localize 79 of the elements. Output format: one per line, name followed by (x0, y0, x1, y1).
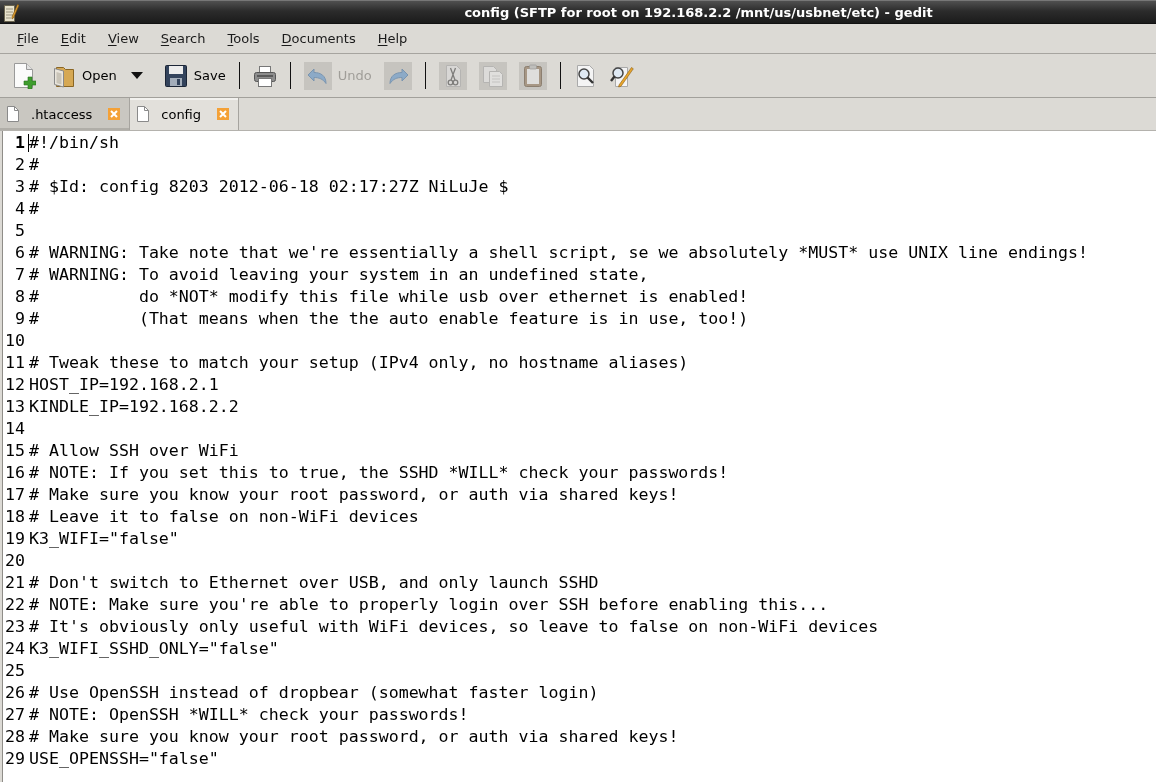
window-title: config (SFTP for root on 192.168.2.2 /mnt/us/usbnet/etc) - gedit (463, 4, 934, 20)
line-number: 16 (4, 462, 25, 484)
code-line: # Leave it to false on non-WiFi devices (29, 506, 419, 528)
line-number: 2 (14, 154, 25, 176)
tab[interactable]: .htaccess (0, 98, 131, 130)
line-number: 13 (4, 396, 25, 418)
scissors-icon (438, 61, 467, 90)
menu-item[interactable]: Search (149, 24, 217, 53)
line-number: 7 (14, 264, 25, 286)
code-line: # Use OpenSSH instead of dropbear (somewhat faster login) (29, 682, 599, 704)
code-line: # WARNING: To avoid leaving your system in an undefined state, (29, 264, 649, 286)
code-line: # NOTE: Make sure you're able to properly login over SSH before enabling this... (29, 594, 829, 616)
printer-icon (252, 63, 277, 88)
line-number: 24 (4, 638, 25, 660)
save-button[interactable]: Save (157, 57, 232, 94)
code-line: # NOTE: OpenSSH *WILL* check your passwords! (29, 704, 469, 726)
close-icon[interactable] (217, 108, 230, 120)
line-number: 1 (14, 132, 25, 154)
line-number: 20 (4, 550, 25, 572)
line-number: 15 (4, 440, 25, 462)
menu-item[interactable]: Documents (270, 24, 367, 53)
code-line: # (That means when the the auto enable feature is in use, too!) (29, 308, 749, 330)
line-number: 19 (4, 528, 25, 550)
menu-item[interactable]: Tools (216, 24, 271, 53)
line-number: 22 (4, 594, 25, 616)
menu-item[interactable]: Help (366, 24, 419, 53)
line-number: 25 (4, 660, 25, 682)
code-line: # do *NOT* modify this file while usb over ethernet is enabled! (29, 286, 749, 308)
redo-icon (383, 61, 412, 90)
code-line: # Make sure you know your root password, or auth via shared keys! (29, 726, 679, 748)
line-number: 5 (14, 220, 25, 242)
open-button[interactable]: Open (46, 57, 123, 94)
close-icon[interactable] (108, 108, 121, 120)
code-line: # Allow SSH over WiFi (29, 440, 239, 462)
notepad-icon (3, 2, 19, 22)
line-number: 11 (4, 352, 25, 374)
line-number: 3 (14, 176, 25, 198)
code-line: K3_WIFI="false" (29, 528, 179, 550)
line-number: 14 (4, 418, 25, 440)
document-icon (137, 106, 150, 122)
menu-item[interactable]: File (6, 24, 50, 53)
code-line: # It's obviously only useful with WiFi devices, so leave to false on non-WiFi devices (29, 616, 879, 638)
code-line: #!/bin/sh (29, 132, 119, 154)
line-number: 8 (14, 286, 25, 308)
code-line: # (29, 154, 39, 176)
code-line: # (29, 198, 39, 220)
undo-icon (303, 61, 332, 90)
code-line: USE_OPENSSH="false" (29, 748, 219, 770)
code-line: # Don't switch to Ethernet over USB, and only launch SSHD (29, 572, 599, 594)
line-number: 10 (4, 330, 25, 352)
line-number: 6 (14, 242, 25, 264)
new-document-icon (12, 62, 36, 89)
line-number: 26 (4, 682, 25, 704)
code-line: KINDLE_IP=192.168.2.2 (29, 396, 239, 418)
document-icon (7, 106, 19, 122)
text-cursor (28, 134, 29, 152)
line-number: 29 (4, 748, 25, 770)
line-number: 18 (4, 506, 25, 528)
code-line: # Make sure you know your root password, or auth via shared keys! (29, 484, 679, 506)
code-line: # $Id: config 8203 2012-06-18 02:17:27Z NiLuJe $ (29, 176, 509, 198)
line-number: 27 (4, 704, 25, 726)
line-number: 9 (14, 308, 25, 330)
line-number: 21 (4, 572, 25, 594)
code-line: HOST_IP=192.168.2.1 (29, 374, 219, 396)
code-line: # Tweak these to match your setup (IPv4 only, no hostname aliases) (29, 352, 689, 374)
menu-item[interactable]: View (96, 24, 150, 53)
line-number: 12 (4, 374, 25, 396)
copy-icon (478, 61, 507, 90)
line-number: 4 (14, 198, 25, 220)
line-number: 17 (4, 484, 25, 506)
tab[interactable]: config (130, 98, 240, 130)
code-line: # NOTE: If you set this to true, the SSHD *WILL* check your passwords! (29, 462, 729, 484)
clipboard-icon (518, 61, 547, 90)
caret-icon (130, 72, 143, 79)
code-line: # WARNING: Take note that we're essentially a shell script, se we absolutely *MUST* use UNIX line endings! (29, 242, 1088, 264)
line-number: 28 (4, 726, 25, 748)
menu-item[interactable]: Edit (49, 24, 97, 53)
line-number: 23 (4, 616, 25, 638)
code-line: K3_WIFI_SSHD_ONLY="false" (29, 638, 279, 660)
